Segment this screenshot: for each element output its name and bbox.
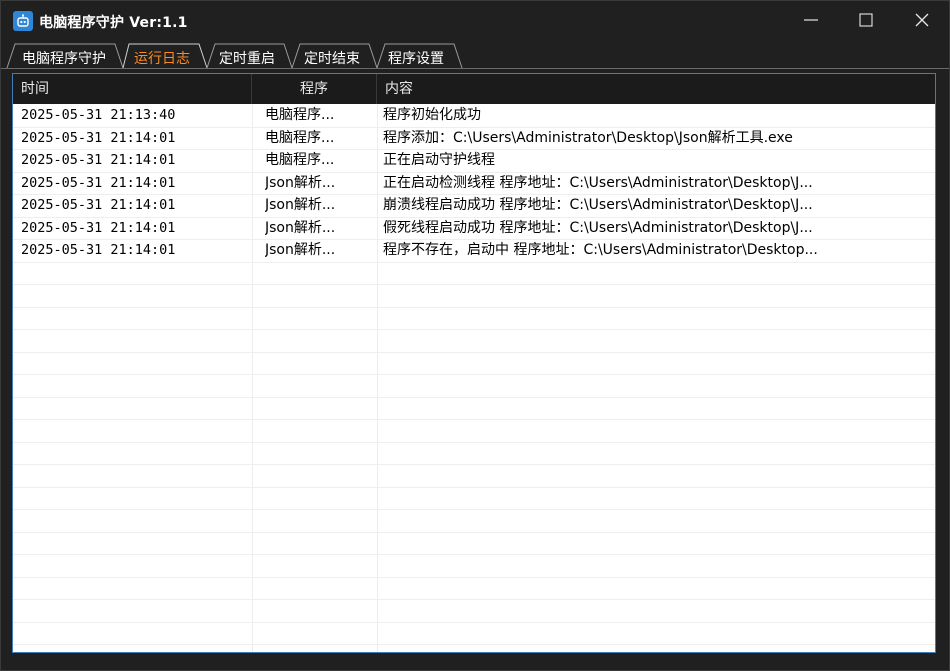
tab-settings[interactable]: 程序设置 <box>388 48 444 68</box>
tab-strip: 电脑程序守护 运行日志 定时重启 定时结束 程序设置 <box>1 39 949 69</box>
cell-time: 2025-05-31 21:14:01 <box>21 219 176 236</box>
row-divider <box>13 509 935 510</box>
cell-time: 2025-05-31 21:14:01 <box>21 174 176 191</box>
column-header-program[interactable]: 程序 <box>252 74 377 104</box>
row-divider <box>13 599 935 600</box>
log-table[interactable]: 时间 程序 内容 2025-05-31 21:13:40 电脑程序... 程序初始化… <box>12 73 936 653</box>
row-divider <box>13 486 935 488</box>
column-header-content[interactable]: 内容 <box>377 74 935 104</box>
table-row[interactable]: 2025-05-31 21:14:01 Json解析... 程序不存在，启动中 程序… <box>13 239 935 262</box>
cell-time: 2025-05-31 21:14:01 <box>21 242 176 258</box>
row-divider <box>13 464 935 465</box>
row-divider <box>13 306 935 308</box>
row-divider <box>13 419 935 420</box>
row-divider <box>13 351 935 353</box>
cell-program: Json解析... <box>265 219 336 236</box>
window-title: 电脑程序守护 Ver:1.1 <box>39 15 188 31</box>
close-icon <box>915 13 929 27</box>
cell-content: 程序不存在，启动中 程序地址：C:\Users\Administrator\De… <box>383 242 818 258</box>
table-row[interactable]: 2025-05-31 21:14:01 电脑程序... 程序添加：C:\Users\… <box>13 127 935 150</box>
row-divider <box>13 261 935 263</box>
maximize-icon <box>859 13 873 27</box>
table-row[interactable]: 2025-05-31 21:14:01 Json解析... 假死线程启动成功 程序地… <box>13 217 935 240</box>
table-row[interactable]: 2025-05-31 21:14:01 电脑程序... 正在启动守护线程 <box>13 149 935 172</box>
cell-program: Json解析... <box>265 174 336 191</box>
cell-time: 2025-05-31 21:14:01 <box>21 152 176 168</box>
tab-scheduled-stop[interactable]: 定时结束 <box>304 48 360 68</box>
tab-run-log[interactable]: 运行日志 <box>134 48 190 68</box>
close-button[interactable] <box>897 1 947 39</box>
cell-program: 电脑程序... <box>265 152 335 168</box>
row-divider <box>13 621 935 623</box>
cell-content: 假死线程启动成功 程序地址：C:\Users\Administrator\Des… <box>383 219 813 236</box>
row-divider <box>13 554 935 555</box>
minimize-icon <box>804 19 818 21</box>
app-window: 电脑程序守护 Ver:1.1 电脑程序守护 运行日志 定时重启 定时结束 程序设… <box>0 0 950 671</box>
cell-content: 程序添加：C:\Users\Administrator\Desktop\Json… <box>383 129 793 146</box>
cell-program: 电脑程序... <box>265 107 335 123</box>
row-divider <box>13 576 935 578</box>
table-row[interactable]: 2025-05-31 21:13:40 电脑程序... 程序初始化成功 <box>13 104 935 127</box>
row-divider <box>13 531 935 533</box>
cell-program: Json解析... <box>265 197 336 213</box>
row-divider <box>13 374 935 375</box>
cell-content: 正在启动检测线程 程序地址：C:\Users\Administrator\Des… <box>383 174 813 191</box>
column-header-time[interactable]: 时间 <box>13 74 252 104</box>
title-bar[interactable]: 电脑程序守护 Ver:1.1 <box>1 1 949 39</box>
row-divider <box>13 329 935 330</box>
cell-program: Json解析... <box>265 242 336 258</box>
cell-content: 正在启动守护线程 <box>383 152 495 168</box>
row-divider <box>13 644 935 645</box>
table-header: 时间 程序 内容 <box>13 74 935 104</box>
cell-program: 电脑程序... <box>265 129 335 146</box>
table-body[interactable]: 2025-05-31 21:13:40 电脑程序... 程序初始化成功 2025-05… <box>13 104 935 652</box>
tab-guardian[interactable]: 电脑程序守护 <box>22 48 106 68</box>
cell-content: 程序初始化成功 <box>383 107 481 123</box>
cell-time: 2025-05-31 21:14:01 <box>21 129 176 146</box>
tab-scheduled-restart[interactable]: 定时重启 <box>219 48 275 68</box>
row-divider <box>13 441 935 443</box>
robot-icon <box>13 11 33 31</box>
cell-time: 2025-05-31 21:14:01 <box>21 197 176 213</box>
row-divider <box>13 396 935 398</box>
cell-content: 崩溃线程启动成功 程序地址：C:\Users\Administrator\Des… <box>383 197 813 213</box>
table-row[interactable]: 2025-05-31 21:14:01 Json解析... 正在启动检测线程 程序地… <box>13 172 935 195</box>
table-row[interactable]: 2025-05-31 21:14:01 Json解析... 崩溃线程启动成功 程序地… <box>13 194 935 217</box>
minimize-button[interactable] <box>786 1 836 39</box>
row-divider <box>13 284 935 285</box>
maximize-button[interactable] <box>841 1 891 39</box>
cell-time: 2025-05-31 21:13:40 <box>21 107 176 123</box>
